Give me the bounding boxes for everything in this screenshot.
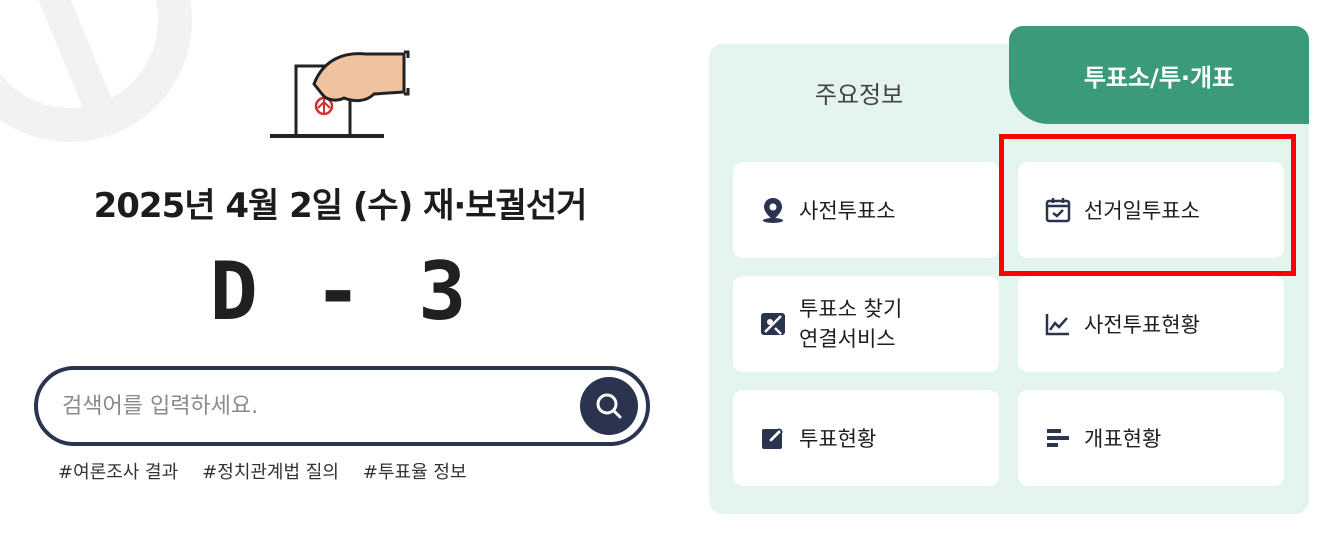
find-polling-station-service-card[interactable]: 투표소 찾기 연결서비스 (733, 276, 999, 372)
ballot-box-illustration (270, 50, 410, 138)
location-pin-icon (759, 196, 787, 224)
hashtag-list: #여론조사 결과 #정치관계법 질의 #투표율 정보 (58, 458, 467, 484)
election-day-polling-station-card[interactable]: 선거일투표소 (1018, 162, 1284, 258)
hashtag-turnout-info[interactable]: #투표율 정보 (363, 458, 467, 484)
tab-polling-station[interactable]: 투표소/투·개표 (1009, 26, 1309, 124)
card-label: 투표소 찾기 연결서비스 (799, 294, 902, 354)
calendar-check-icon (1044, 196, 1072, 224)
card-label: 개표현황 (1084, 427, 1162, 451)
watermark-logo-icon (0, 0, 192, 142)
tab-main-info[interactable]: 주요정보 (709, 44, 1009, 140)
card-label-line1: 투표소 찾기 (799, 297, 903, 321)
map-search-icon (759, 310, 787, 338)
d-day-counter: D - 3 (209, 245, 471, 338)
card-label: 선거일투표소 (1084, 199, 1200, 223)
card-label-line2: 연결서비스 (799, 327, 896, 351)
card-label: 투표현황 (799, 427, 877, 451)
search-input[interactable] (62, 384, 562, 428)
bar-list-icon (1044, 424, 1072, 452)
card-label: 사전투표현황 (1084, 313, 1200, 337)
edit-icon (759, 424, 787, 452)
search-icon (596, 393, 622, 419)
card-label: 사전투표소 (799, 199, 896, 223)
early-polling-station-card[interactable]: 사전투표소 (733, 162, 999, 258)
page: 2025년 4월 2일 (수) 재·보궐선거 D - 3 #여론조사 결과 #정… (0, 0, 1324, 534)
vote-status-card[interactable]: 투표현황 (733, 390, 999, 486)
election-title: 2025년 4월 2일 (수) 재·보궐선거 (93, 186, 588, 226)
early-vote-status-card[interactable]: 사전투표현황 (1018, 276, 1284, 372)
search-bar (34, 366, 650, 446)
hashtag-poll-results[interactable]: #여론조사 결과 (58, 458, 178, 484)
hashtag-political-law[interactable]: #정치관계법 질의 (202, 458, 339, 484)
count-status-card[interactable]: 개표현황 (1018, 390, 1284, 486)
search-button[interactable] (580, 377, 638, 435)
line-chart-icon (1044, 310, 1072, 338)
